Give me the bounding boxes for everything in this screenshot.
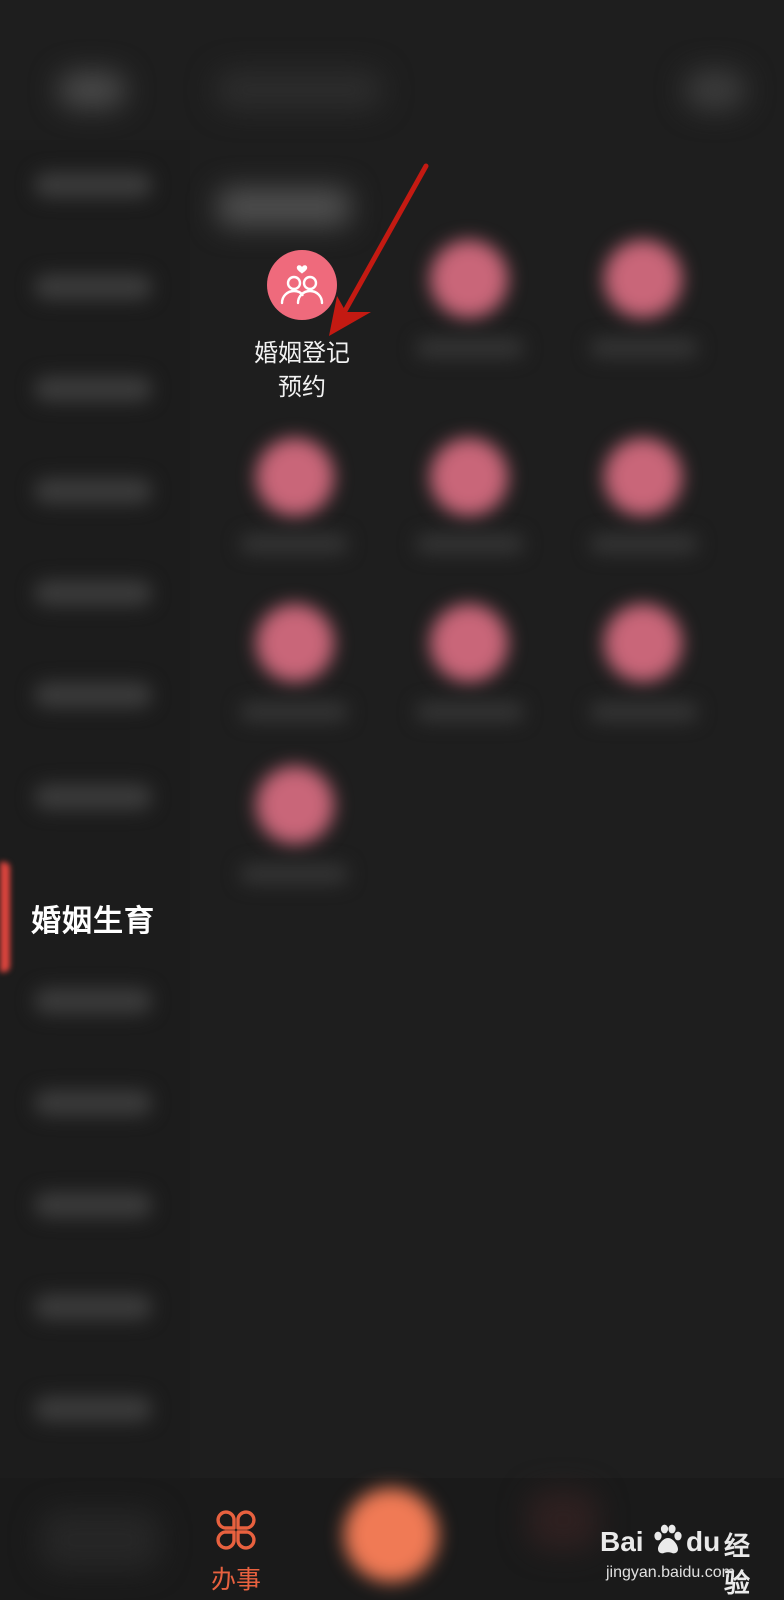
annotation-arrow	[329, 163, 429, 336]
app-screen: 婚姻生育 婚姻登记 预约 办事 Bai du 经验 jingyan.baidu.…	[0, 0, 784, 1600]
nav-tab[interactable]	[528, 1490, 598, 1550]
nav-tab[interactable]	[40, 1510, 160, 1570]
baidu-jingyan-watermark: Bai du 经验 jingyan.baidu.com	[600, 1520, 770, 1599]
watermark-brand-du: du	[686, 1526, 721, 1557]
paw-icon	[654, 1524, 682, 1554]
watermark-brand-bai: Bai	[600, 1526, 644, 1557]
nav-center-button[interactable]	[344, 1488, 438, 1582]
watermark-url: jingyan.baidu.com	[606, 1564, 735, 1581]
nav-tab-affairs[interactable]: 办事	[196, 1498, 276, 1598]
nav-tab-label: 办事	[210, 1565, 261, 1594]
four-petal-grid-icon	[216, 1510, 256, 1550]
watermark-brand-cn: 经验	[724, 1532, 751, 1599]
